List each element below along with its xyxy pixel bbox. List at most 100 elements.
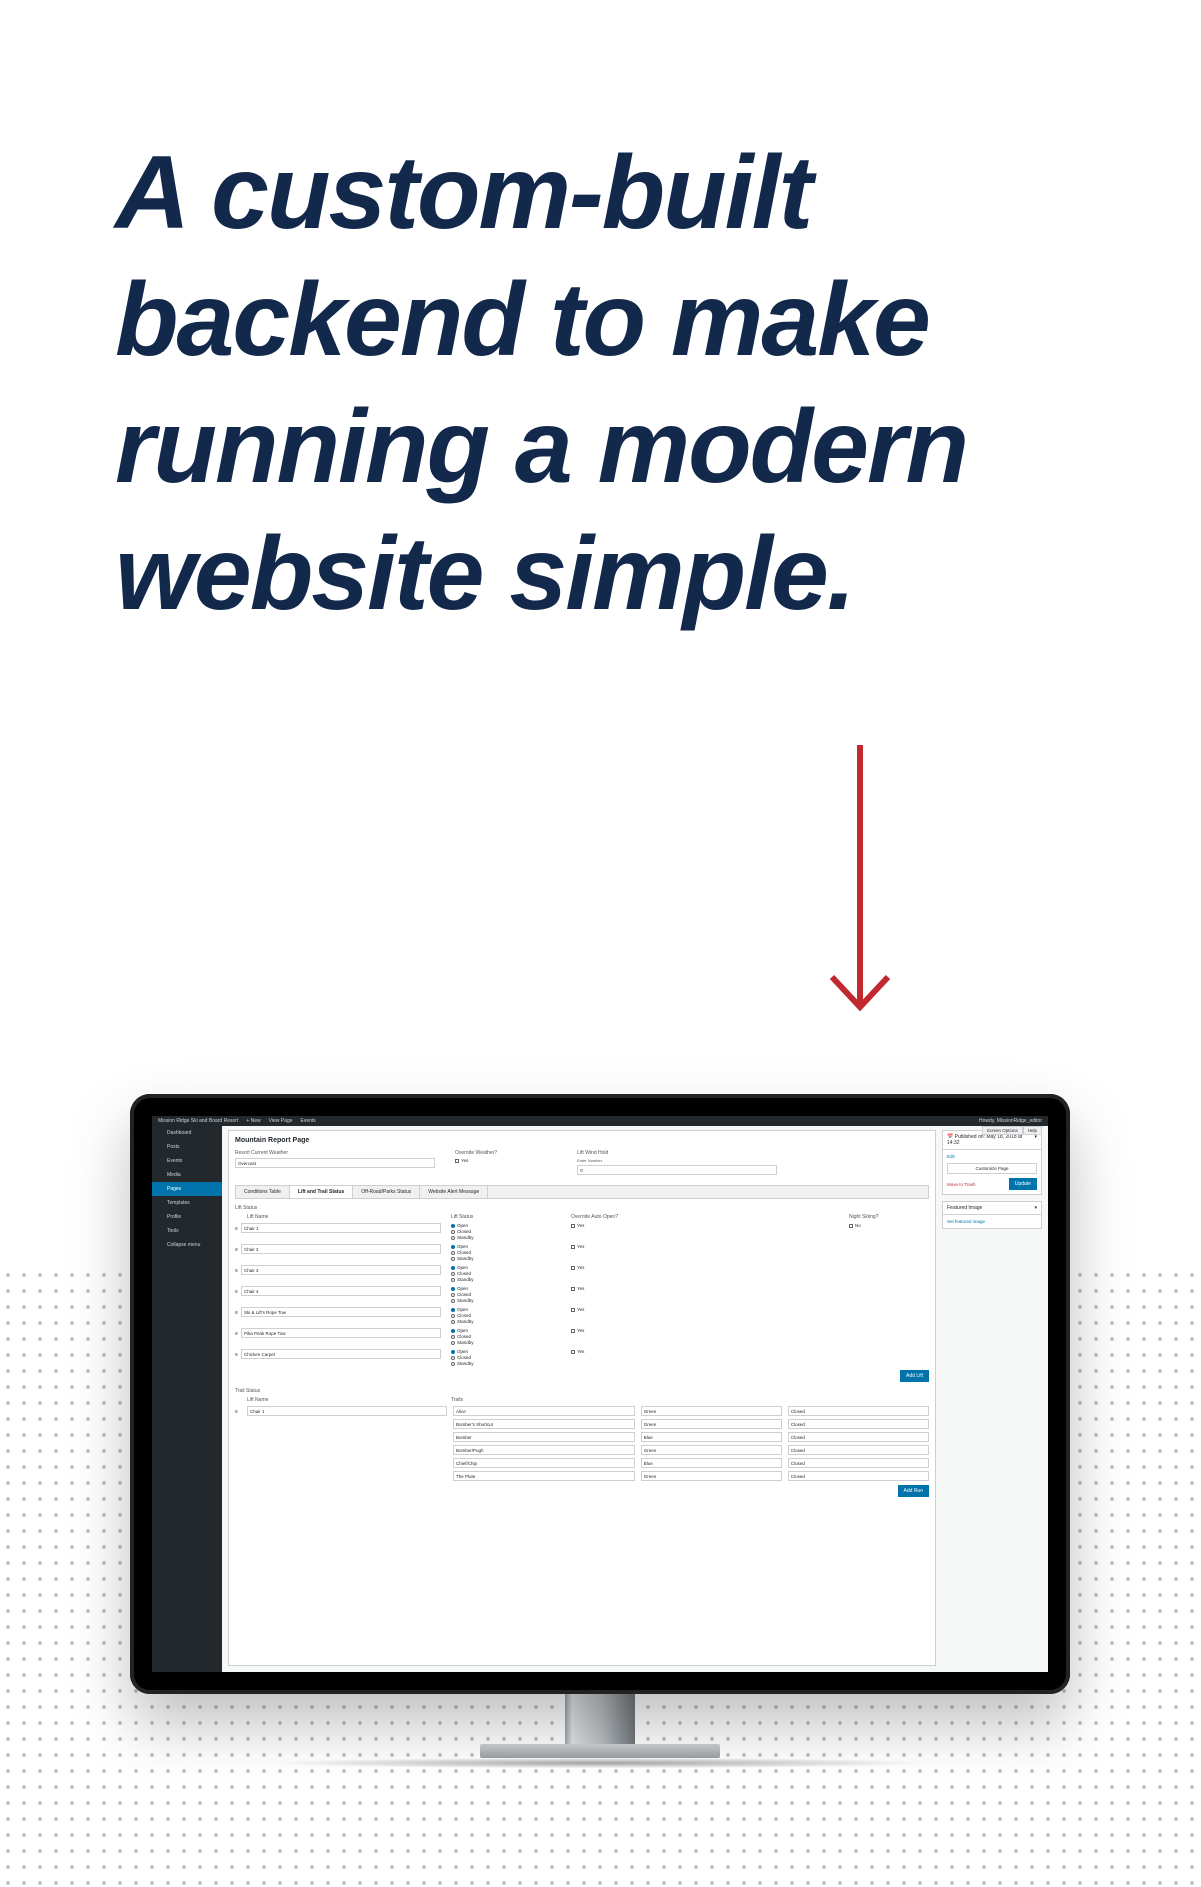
radio-open[interactable]	[451, 1287, 455, 1291]
radio-closed[interactable]	[451, 1251, 455, 1255]
trail-status-select[interactable]: Closed	[788, 1458, 929, 1468]
checkbox-override-auto[interactable]	[571, 1224, 575, 1228]
sidebar-item-pages[interactable]: Pages	[152, 1182, 222, 1196]
trail-difficulty-select[interactable]: Green	[641, 1445, 782, 1455]
tab-offroad[interactable]: Off-Road/Parks Status	[353, 1186, 420, 1198]
lift-row: ≡Chair 3OpenClosedStandbyYes	[235, 1265, 929, 1282]
move-to-trash-link[interactable]: Move to Trash	[947, 1182, 976, 1187]
trail-name-input[interactable]: Bomber/Pugh	[453, 1445, 635, 1455]
input-current-weather[interactable]: Overcast	[235, 1158, 435, 1168]
trail-difficulty-select[interactable]: Blue	[641, 1458, 782, 1468]
checkbox-override-weather[interactable]	[455, 1159, 459, 1163]
radio-open[interactable]	[451, 1350, 455, 1354]
input-wind-hold[interactable]: 0	[577, 1165, 777, 1175]
trail-status-select[interactable]: Closed	[788, 1432, 929, 1442]
tab-conditions[interactable]: Conditions Table	[236, 1186, 290, 1198]
trail-difficulty-select[interactable]: Green	[641, 1471, 782, 1481]
radio-closed[interactable]	[451, 1293, 455, 1297]
tab-alert[interactable]: Website Alert Message	[420, 1186, 488, 1198]
lift-row: ≡Pika Peak Rope TowOpenClosedStandbyYes	[235, 1328, 929, 1345]
sidebar-item-profile[interactable]: Profile	[152, 1210, 222, 1224]
radio-open[interactable]	[451, 1266, 455, 1270]
checkbox-override-auto[interactable]	[571, 1245, 575, 1249]
radio-standby[interactable]	[451, 1341, 455, 1345]
radio-closed[interactable]	[451, 1314, 455, 1318]
trail-difficulty-select[interactable]: Green	[641, 1419, 782, 1429]
radio-closed[interactable]	[451, 1230, 455, 1234]
trail-difficulty-select[interactable]: Blue	[641, 1432, 782, 1442]
sidebar-item-media[interactable]: Media	[152, 1168, 222, 1182]
radio-open[interactable]	[451, 1224, 455, 1228]
checkbox-override-auto[interactable]	[571, 1287, 575, 1291]
radio-standby[interactable]	[451, 1257, 455, 1261]
sidebar-item-collapse[interactable]: Collapse menu	[152, 1238, 222, 1252]
radio-standby[interactable]	[451, 1320, 455, 1324]
adminbar-view-page[interactable]: View Page	[269, 1118, 293, 1124]
trail-name-input[interactable]: Alice	[453, 1406, 635, 1416]
lift-name-input[interactable]: Pika Peak Rope Tow	[241, 1328, 441, 1338]
screen-options-button[interactable]: Screen Options	[982, 1126, 1023, 1135]
monitor-stand	[565, 1692, 635, 1748]
radio-open[interactable]	[451, 1329, 455, 1333]
add-run-button[interactable]: Add Run	[898, 1485, 929, 1497]
lift-name-input[interactable]: Chair 2	[241, 1244, 441, 1254]
trail-difficulty-select[interactable]: Green	[641, 1406, 782, 1416]
radio-standby[interactable]	[451, 1278, 455, 1282]
publish-box: 📅 Published on: May 18, 2018 at 14:32 ▾ …	[942, 1130, 1042, 1195]
tab-lift-trail[interactable]: Lift and Trail Status	[290, 1186, 353, 1198]
radio-label: Standby	[457, 1235, 474, 1240]
radio-label: Standby	[457, 1298, 474, 1303]
radio-standby[interactable]	[451, 1299, 455, 1303]
trail-status-select[interactable]: Closed	[788, 1419, 929, 1429]
help-button[interactable]: Help	[1023, 1126, 1042, 1135]
trail-row: Bomber Blue Closed	[453, 1432, 929, 1442]
lift-name-input[interactable]: Chair 1	[241, 1223, 441, 1233]
dashboard-icon	[158, 1131, 163, 1136]
featured-collapse-icon[interactable]: ▾	[1034, 1205, 1037, 1211]
checkbox-label: Yes	[577, 1223, 584, 1228]
customize-page-button[interactable]: Customize Page	[947, 1163, 1037, 1174]
radio-closed[interactable]	[451, 1335, 455, 1339]
radio-standby[interactable]	[451, 1236, 455, 1240]
sidebar-item-posts[interactable]: Posts	[152, 1140, 222, 1154]
radio-closed[interactable]	[451, 1272, 455, 1276]
checkbox-override-auto[interactable]	[571, 1329, 575, 1333]
radio-open[interactable]	[451, 1308, 455, 1312]
radio-open[interactable]	[451, 1245, 455, 1249]
lift-name-input[interactable]: Chair 4	[241, 1286, 441, 1296]
publish-edit-link[interactable]: Edit	[947, 1154, 1037, 1159]
trail-status-select[interactable]: Closed	[788, 1471, 929, 1481]
checkbox-night-skiing[interactable]	[849, 1224, 853, 1228]
adminbar-events[interactable]: Events	[300, 1118, 315, 1124]
trail-name-input[interactable]: Bomber's Shortcut	[453, 1419, 635, 1429]
adminbar-new[interactable]: + New	[246, 1118, 260, 1124]
trail-lift-name-input[interactable]: Chair 1	[247, 1406, 447, 1416]
checkbox-override-auto[interactable]	[571, 1266, 575, 1270]
page-title: Mountain Report Page	[235, 1137, 929, 1144]
radio-standby[interactable]	[451, 1362, 455, 1366]
sidebar-item-dashboard[interactable]: Dashboard	[152, 1126, 222, 1140]
trail-name-input[interactable]: Chief/Chip	[453, 1458, 635, 1468]
sidebar-item-templates[interactable]: Templates	[152, 1196, 222, 1210]
trail-status-select[interactable]: Closed	[788, 1406, 929, 1416]
add-lift-button[interactable]: Add Lift	[900, 1370, 929, 1382]
lift-name-input[interactable]: Ski & Lift's Rope Tow	[241, 1307, 441, 1317]
checkbox-label: Yes	[577, 1244, 584, 1249]
lift-name-input[interactable]: Chair 3	[241, 1265, 441, 1275]
checkbox-override-auto[interactable]	[571, 1308, 575, 1312]
trail-name-input[interactable]: The Plute	[453, 1471, 635, 1481]
adminbar-site-name[interactable]: Mission Ridge Ski and Board Resort	[158, 1118, 238, 1124]
adminbar-howdy[interactable]: Howdy, MissionRidge_editor	[979, 1118, 1042, 1124]
lift-name-input[interactable]: Chicken Carpet	[241, 1349, 441, 1359]
update-button[interactable]: Update	[1009, 1178, 1037, 1190]
label-wind-sub: Enter Number	[577, 1158, 777, 1163]
wp-admin-bar[interactable]: Mission Ridge Ski and Board Resort + New…	[152, 1116, 1048, 1126]
trail-status-select[interactable]: Closed	[788, 1445, 929, 1455]
trail-name-input[interactable]: Bomber	[453, 1432, 635, 1442]
checkbox-override-auto[interactable]	[571, 1350, 575, 1354]
radio-closed[interactable]	[451, 1356, 455, 1360]
sidebar-item-tools[interactable]: Tools	[152, 1224, 222, 1238]
sidebar-item-events[interactable]: Events	[152, 1154, 222, 1168]
set-featured-image-link[interactable]: Set featured image	[947, 1219, 1037, 1224]
publish-collapse-icon[interactable]: ▾	[1034, 1134, 1037, 1146]
